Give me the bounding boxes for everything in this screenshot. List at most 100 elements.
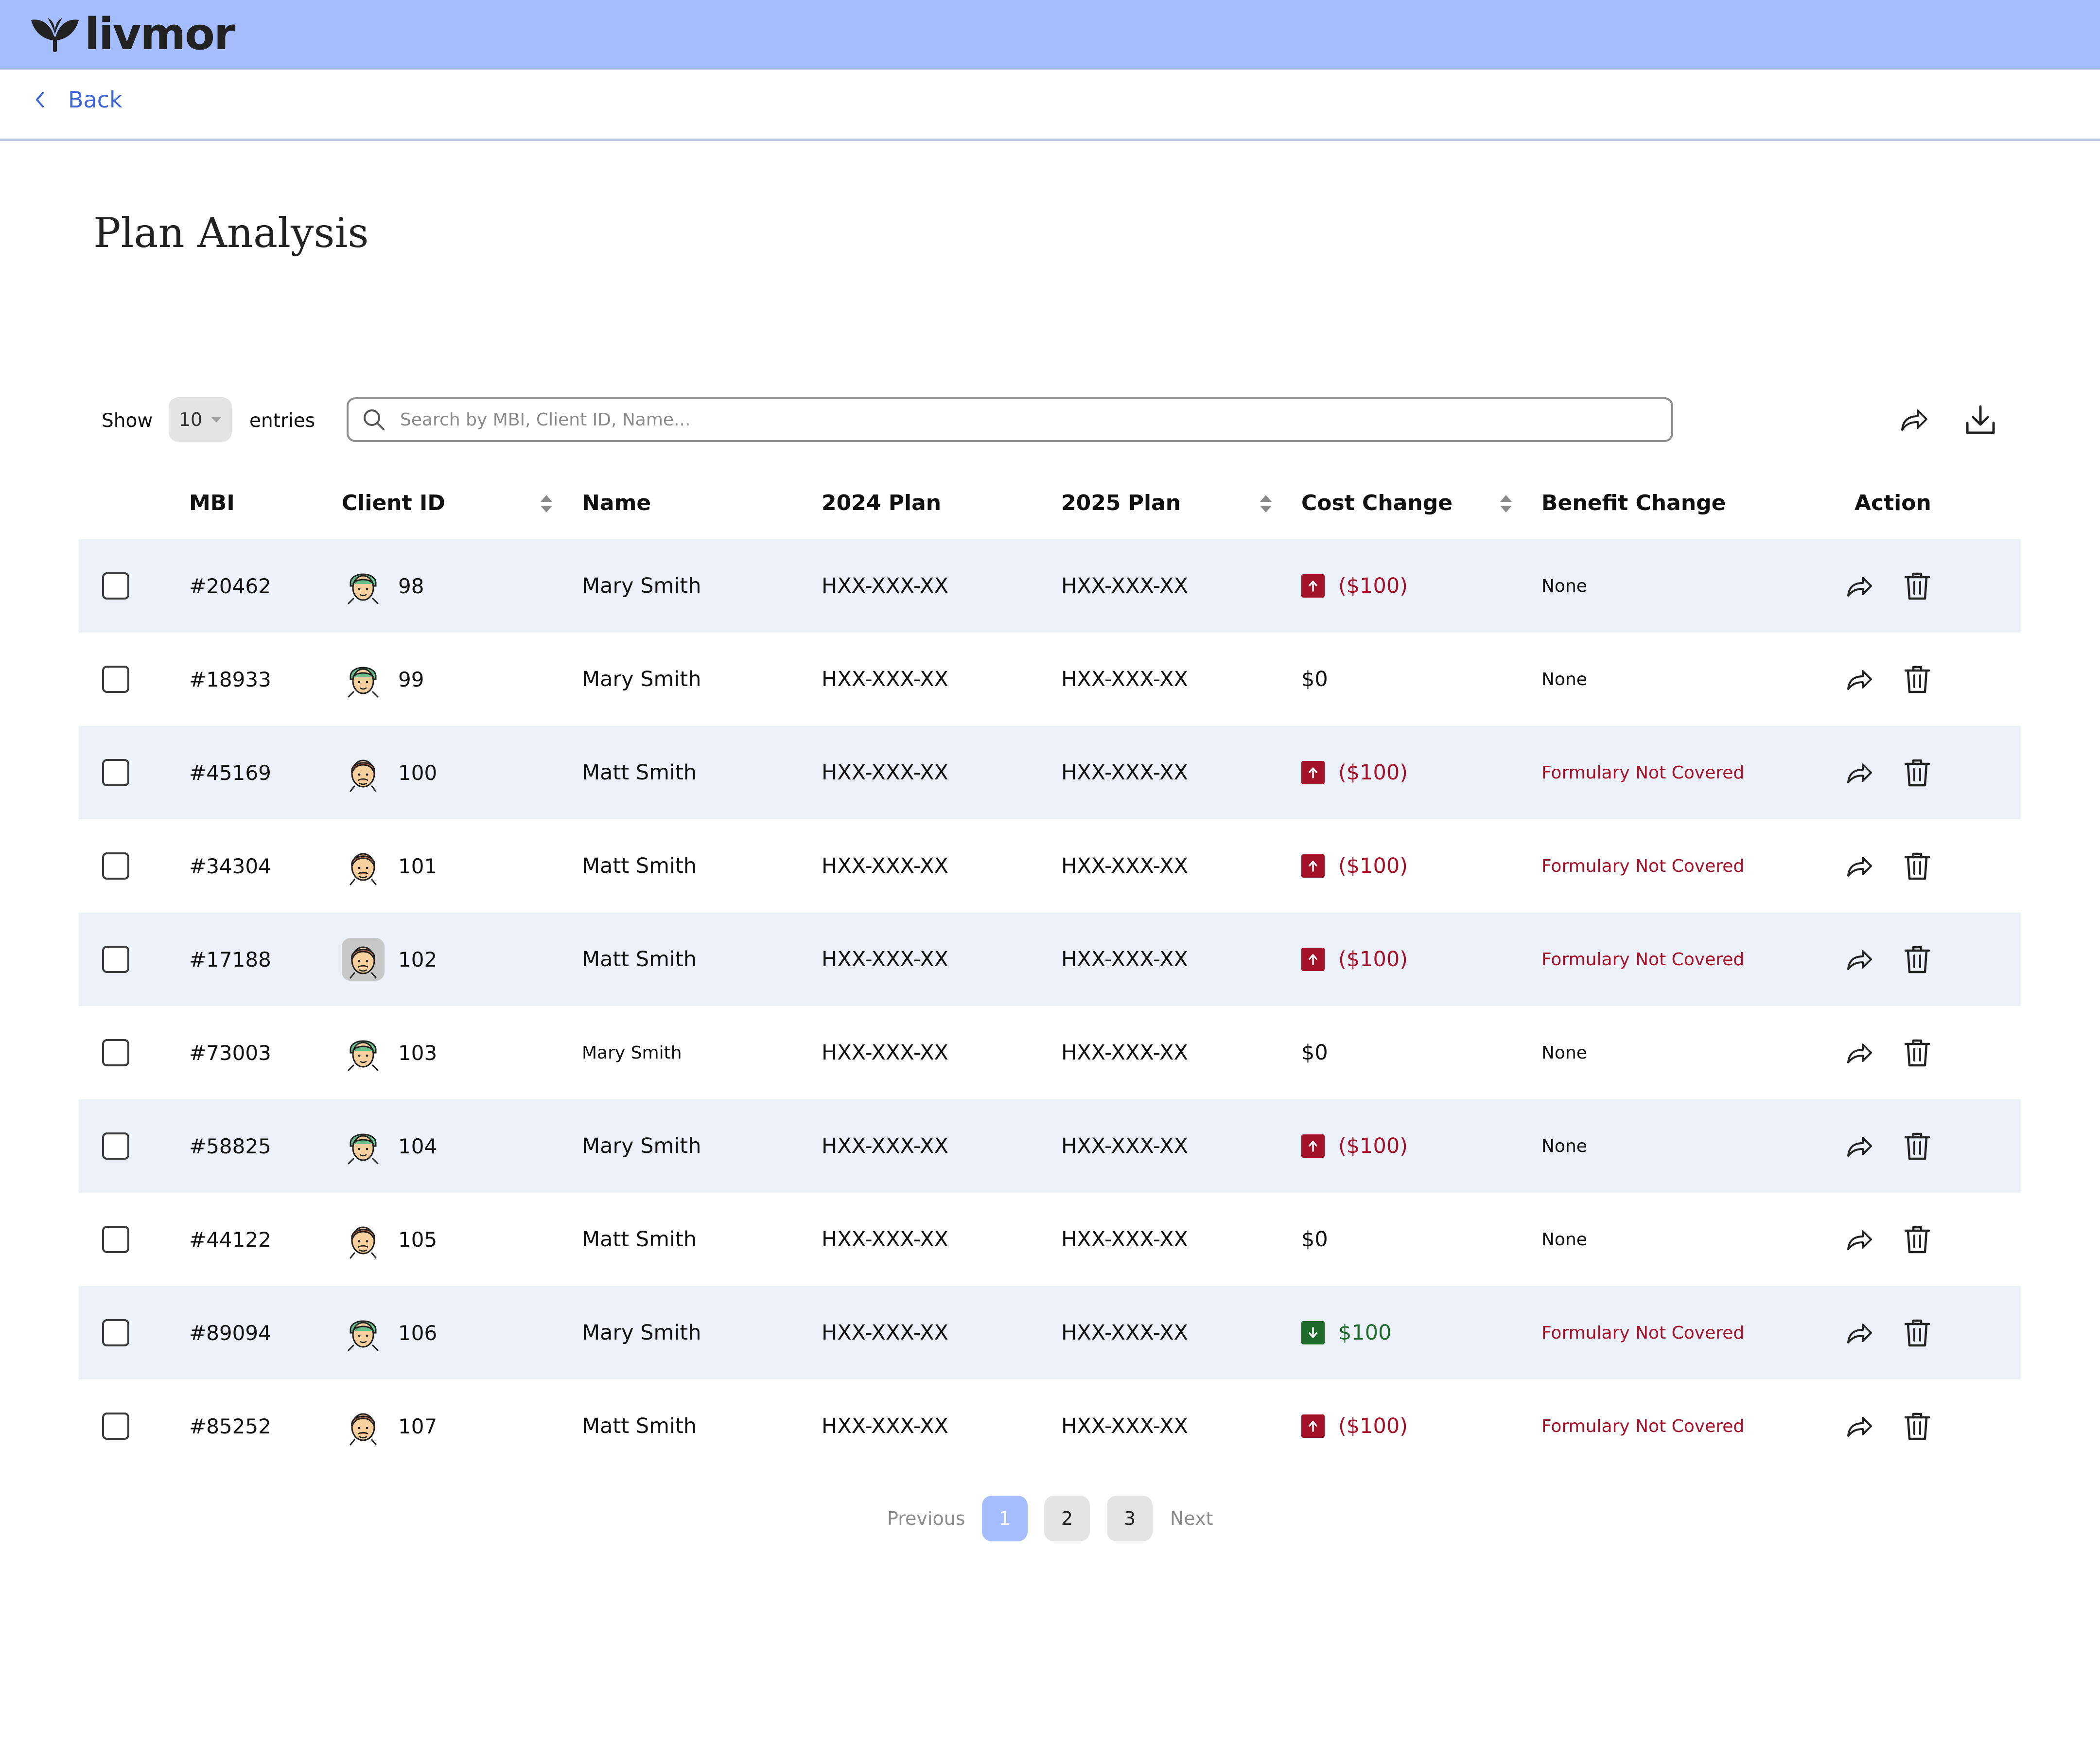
back-button[interactable]: Back	[32, 87, 122, 113]
mbi-cell: #45169	[189, 760, 271, 785]
client-avatar[interactable]	[342, 1405, 385, 1448]
trash-icon[interactable]	[1902, 1131, 1933, 1162]
trash-icon[interactable]	[1902, 664, 1933, 695]
row-checkbox[interactable]	[102, 946, 129, 973]
trash-icon[interactable]	[1902, 1037, 1933, 1068]
delete-row-button[interactable]	[1902, 633, 1933, 726]
table-row[interactable]: #44122 105 Matt Smith HXX-XXX-XX HXX-XXX-XX $…	[79, 1193, 2021, 1286]
row-checkbox[interactable]	[102, 1132, 129, 1160]
client-avatar[interactable]	[342, 845, 385, 887]
name-cell: Mary Smith	[582, 574, 701, 598]
row-checkbox[interactable]	[102, 1413, 129, 1440]
client-avatar[interactable]	[342, 1125, 385, 1167]
arrow-down-icon	[1309, 1327, 1317, 1338]
client-id-cell: 102	[398, 947, 438, 972]
entries-select-value: 10	[178, 409, 203, 430]
client-avatar[interactable]	[342, 1218, 385, 1261]
share-row-button[interactable]	[1843, 633, 1874, 726]
table-row[interactable]: #18933 99 Mary Smith HXX-XXX-XX HXX-XXX-XX $0…	[79, 633, 2021, 726]
trash-icon[interactable]	[1902, 1224, 1933, 1255]
page-2-button[interactable]: 2	[1044, 1496, 1090, 1541]
cost-change-value: ($100)	[1338, 574, 1408, 598]
row-checkbox[interactable]	[102, 759, 129, 786]
trash-icon[interactable]	[1902, 944, 1933, 975]
cost-change-value: $0	[1301, 1041, 1328, 1065]
share-row-icon[interactable]	[1843, 570, 1874, 601]
page-3-button[interactable]: 3	[1107, 1496, 1153, 1541]
table-row[interactable]: #45169 100 Matt Smith HXX-XXX-XX HXX-XXX-XX (…	[79, 726, 2021, 819]
sort-client-id-icon[interactable]	[539, 493, 554, 514]
share-row-button[interactable]	[1843, 726, 1874, 819]
delete-row-button[interactable]	[1902, 913, 1933, 1006]
delete-row-button[interactable]	[1902, 1099, 1933, 1193]
delete-row-button[interactable]	[1902, 819, 1933, 913]
client-avatar[interactable]	[342, 751, 385, 794]
header-cost-change: Cost Change	[1301, 491, 1453, 515]
share-row-button[interactable]	[1843, 539, 1874, 633]
share-row-icon[interactable]	[1843, 1411, 1874, 1442]
share-row-icon[interactable]	[1843, 1224, 1874, 1255]
row-checkbox[interactable]	[102, 1039, 129, 1066]
search-input[interactable]	[399, 409, 1616, 430]
trash-icon[interactable]	[1902, 757, 1933, 788]
delete-row-button[interactable]	[1902, 1286, 1933, 1379]
client-avatar[interactable]	[342, 1031, 385, 1074]
share-row-button[interactable]	[1843, 1286, 1874, 1379]
download-icon[interactable]	[1963, 403, 1997, 437]
client-id-cell: 101	[398, 854, 438, 878]
previous-page-button[interactable]: Previous	[887, 1496, 965, 1541]
delete-row-button[interactable]	[1902, 539, 1933, 633]
name-cell: Matt Smith	[582, 760, 697, 785]
share-row-button[interactable]	[1843, 1006, 1874, 1099]
delete-row-button[interactable]	[1902, 1006, 1933, 1099]
client-avatar[interactable]	[342, 1311, 385, 1354]
share-row-icon[interactable]	[1843, 1037, 1874, 1068]
share-row-button[interactable]	[1843, 1099, 1874, 1193]
entries-select[interactable]: 10	[169, 397, 232, 442]
client-avatar[interactable]	[342, 565, 385, 607]
client-id-cell: 104	[398, 1134, 438, 1158]
table-row[interactable]: #85252 107 Matt Smith HXX-XXX-XX HXX-XXX-XX (…	[79, 1379, 2021, 1473]
share-row-button[interactable]	[1843, 1193, 1874, 1286]
table-row[interactable]: #58825 104 Mary Smith HXX-XXX-XX HXX-XXX-XX (…	[79, 1099, 2021, 1193]
client-avatar[interactable]	[342, 938, 385, 981]
next-page-button[interactable]: Next	[1170, 1496, 1213, 1541]
share-row-button[interactable]	[1843, 913, 1874, 1006]
sort-2025-plan-icon[interactable]	[1258, 493, 1274, 514]
delete-row-button[interactable]	[1902, 1379, 1933, 1473]
sort-cost-change-icon[interactable]	[1498, 493, 1514, 514]
share-row-icon[interactable]	[1843, 664, 1874, 695]
row-checkbox[interactable]	[102, 1319, 129, 1346]
search-box[interactable]	[347, 397, 1673, 442]
delete-row-button[interactable]	[1902, 726, 1933, 819]
row-checkbox[interactable]	[102, 852, 129, 880]
share-row-icon[interactable]	[1843, 1131, 1874, 1162]
share-row-icon[interactable]	[1843, 757, 1874, 788]
trash-icon[interactable]	[1902, 850, 1933, 882]
trash-icon[interactable]	[1902, 1317, 1933, 1348]
share-row-icon[interactable]	[1843, 850, 1874, 882]
share-icon[interactable]	[1896, 403, 1930, 437]
cost-increase-badge	[1301, 854, 1325, 878]
table-row[interactable]: #34304 101 Matt Smith HXX-XXX-XX HXX-XXX-XX (…	[79, 819, 2021, 913]
share-row-button[interactable]	[1843, 1379, 1874, 1473]
trash-icon[interactable]	[1902, 1411, 1933, 1442]
table-row[interactable]: #73003 103 Mary Smith HXX-XXX-XX HXX-XXX-XX $…	[79, 1006, 2021, 1099]
share-row-icon[interactable]	[1843, 944, 1874, 975]
trash-icon[interactable]	[1902, 570, 1933, 601]
table-row[interactable]: #89094 106 Mary Smith HXX-XXX-XX HXX-XXX-XX $…	[79, 1286, 2021, 1379]
delete-row-button[interactable]	[1902, 1193, 1933, 1286]
back-label: Back	[68, 87, 122, 113]
row-checkbox[interactable]	[102, 1226, 129, 1253]
share-row-button[interactable]	[1843, 819, 1874, 913]
share-row-icon[interactable]	[1843, 1317, 1874, 1348]
client-avatar[interactable]	[342, 658, 385, 701]
brand-logo[interactable]: livmor	[28, 13, 235, 56]
row-checkbox[interactable]	[102, 666, 129, 693]
client-id-cell: 107	[398, 1414, 438, 1438]
row-checkbox[interactable]	[102, 572, 129, 600]
page-1-button[interactable]: 1	[982, 1496, 1028, 1541]
male-avatar-icon	[350, 1413, 377, 1446]
table-row[interactable]: #20462 98 Mary Smith HXX-XXX-XX HXX-XXX-XX ($…	[79, 539, 2021, 633]
table-row[interactable]: #17188 102 Matt Smith HXX-XXX-XX HXX-XXX-XX (…	[79, 913, 2021, 1006]
